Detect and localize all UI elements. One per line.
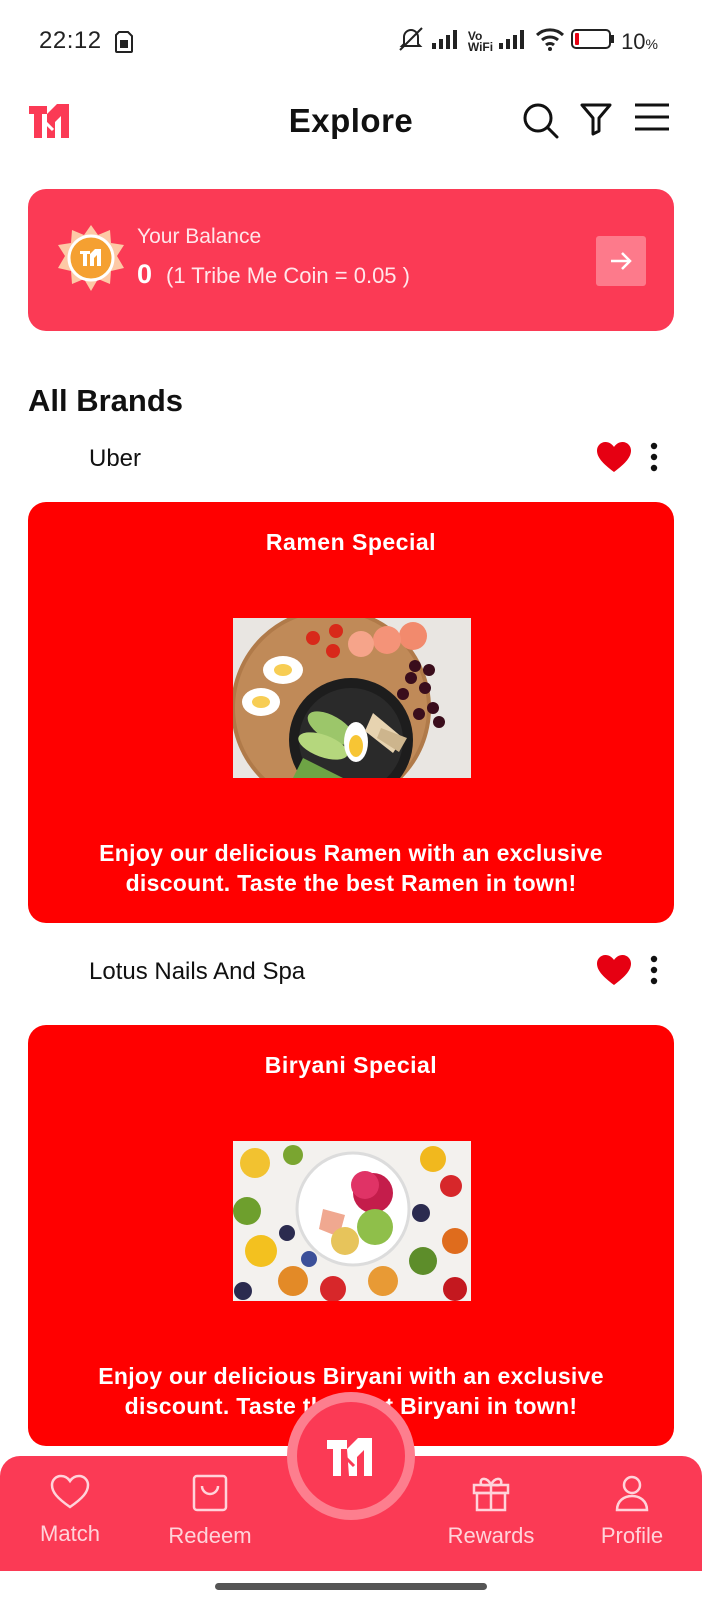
signal-icon-2 (499, 29, 529, 54)
coin-conversion-rate: (1 Tribe Me Coin = 0.05 ) (166, 263, 410, 288)
offer-card[interactable]: Ramen Special Enjoy our delicious Ramen … (28, 502, 674, 923)
offer-image-fruit-bowl (233, 1141, 471, 1301)
wifi-icon (535, 27, 565, 56)
home-fab-button[interactable] (287, 1392, 415, 1520)
vowifi-icon: Vo WiFi (467, 28, 494, 54)
nav-label: Profile (600, 1523, 664, 1548)
nav-item-redeem[interactable]: Redeem (150, 1474, 270, 1549)
balance-card[interactable]: Your Balance 0 (1 Tribe Me Coin = 0.05 ) (28, 189, 674, 331)
sim-card-icon (115, 31, 133, 58)
status-indicators: Vo WiFi 10% (396, 26, 658, 57)
brand-row[interactable]: Lotus Nails And Spa (0, 950, 702, 1000)
menu-icon[interactable] (634, 102, 670, 137)
brand-name[interactable]: Lotus Nails And Spa (89, 958, 305, 986)
signal-icon (431, 29, 462, 54)
offer-image-ramen-bowl (233, 618, 471, 778)
offer-title: Ramen Special (265, 529, 437, 555)
section-title: All Brands (28, 383, 184, 418)
brand-row[interactable]: Uber (0, 437, 702, 487)
balance-row: 0 (1 Tribe Me Coin = 0.05 ) (137, 259, 410, 290)
home-indicator[interactable] (215, 1583, 487, 1590)
balance-label: Your Balance (137, 225, 262, 248)
favorite-heart-icon[interactable] (596, 954, 632, 991)
balance-arrow-button[interactable] (596, 236, 646, 286)
nav-label: Match (40, 1521, 100, 1546)
nav-item-rewards[interactable]: Rewards (431, 1474, 551, 1549)
favorite-heart-icon[interactable] (596, 441, 632, 478)
coin-badge-icon (56, 223, 126, 298)
search-icon[interactable] (522, 102, 560, 145)
status-bar: 22:12 Vo WiFi 10% (0, 0, 702, 84)
nav-item-match[interactable]: Match (10, 1474, 130, 1547)
tribe-me-logo-icon (327, 1438, 372, 1476)
offer-card[interactable]: Biryani Special Enjoy our delicious Biry… (28, 1025, 674, 1446)
user-icon (615, 1475, 649, 1512)
offer-title: Biryani Special (264, 1052, 438, 1078)
balance-amount: 0 (137, 259, 153, 289)
nav-item-profile[interactable]: Profile (572, 1474, 692, 1549)
battery-percent: 10% (621, 28, 658, 54)
more-options-icon[interactable] (650, 955, 658, 990)
heart-outline-icon (50, 1474, 90, 1509)
filter-icon[interactable] (580, 102, 612, 141)
nav-label: Rewards (447, 1523, 535, 1548)
more-options-icon[interactable] (650, 442, 658, 477)
app-header: Explore (0, 90, 702, 156)
offer-description: Enjoy our delicious Ramen with an exclus… (99, 840, 603, 896)
mute-icon (396, 26, 426, 57)
battery-icon (571, 28, 615, 55)
bag-icon (192, 1474, 228, 1512)
arrow-right-icon (611, 252, 632, 270)
gift-icon (472, 1477, 510, 1512)
nav-label: Redeem (168, 1523, 252, 1548)
status-time: 22:12 (39, 27, 102, 54)
brand-name[interactable]: Uber (89, 445, 141, 473)
